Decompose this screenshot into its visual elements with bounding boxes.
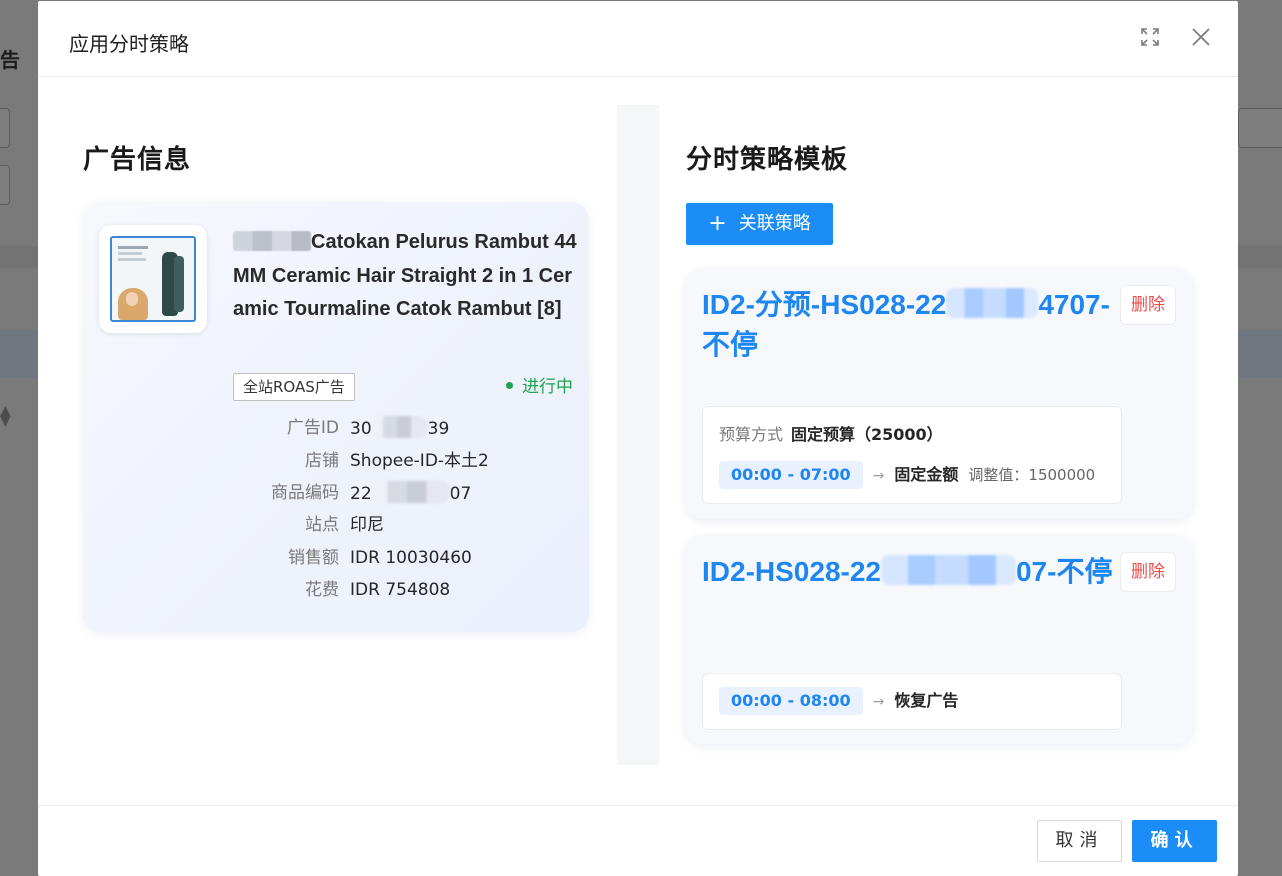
masked-text xyxy=(233,231,311,251)
product-image xyxy=(110,236,196,322)
strategy-rule-box: 00:00 - 08:00 → 恢复广告 xyxy=(702,673,1122,730)
ad-info-panel: 广告信息 Catokan Pelurus Rambut 44MM Ceramic… xyxy=(58,106,617,766)
modal-title: 应用分时策略 xyxy=(69,32,189,56)
plus-icon: + xyxy=(708,211,727,236)
info-label: 广告ID xyxy=(286,418,339,438)
confirm-button[interactable]: 确认 xyxy=(1132,820,1217,862)
link-strategy-button[interactable]: + 关联策略 xyxy=(686,203,833,245)
modal-header: 应用分时策略 xyxy=(38,1,1238,77)
cost-value: IDR 754808 xyxy=(350,580,451,600)
apply-strategy-modal: 应用分时策略 广告信息 Catokan Pelurus Rambut 44MM … xyxy=(38,1,1238,876)
time-range-chip: 00:00 - 08:00 xyxy=(719,687,863,715)
product-thumbnail[interactable] xyxy=(99,225,207,333)
ad-id-value: 30 39 xyxy=(350,416,449,441)
modal-footer: 取消 确认 xyxy=(38,805,1238,876)
budget-value: 固定预算（25000） xyxy=(791,425,943,444)
panel-divider xyxy=(617,105,659,765)
delete-strategy-button[interactable]: 删除 xyxy=(1120,285,1176,325)
arrow-right-icon: → xyxy=(872,694,885,710)
ad-status-text: 进行中 xyxy=(522,377,573,397)
info-row-product-code: 商品编码 22 07 xyxy=(83,481,589,505)
background-page-title-fragment: 告 xyxy=(0,48,20,72)
info-row-cost: 花费 IDR 754808 xyxy=(83,578,589,602)
modal-body: 广告信息 Catokan Pelurus Rambut 44MM Ceramic… xyxy=(38,78,1238,804)
adjust-label: 调整值： xyxy=(968,466,1029,484)
masked-text xyxy=(371,481,450,503)
ad-type-tag: 全站ROAS广告 xyxy=(233,373,355,401)
link-strategy-label: 关联策略 xyxy=(738,213,811,234)
rule-action: 恢复广告 xyxy=(894,691,959,710)
background-sort-icon: ▲ ▼ xyxy=(0,403,11,429)
info-row-sales: 销售额 IDR 10030460 xyxy=(83,546,589,570)
info-label: 花费 xyxy=(305,580,339,600)
strategy-card-title[interactable]: ID2-HS028-22 07-不停 xyxy=(702,552,1122,592)
background-input-fragment xyxy=(1238,108,1282,148)
info-label: 站点 xyxy=(305,515,339,535)
info-row-shop: 店铺 Shopee-ID-本土2 xyxy=(83,449,589,473)
adjust-value: 1500000 xyxy=(1028,466,1096,484)
masked-text xyxy=(946,288,1039,318)
budget-label: 预算方式 xyxy=(719,425,784,444)
masked-text xyxy=(880,555,1016,585)
info-label: 销售额 xyxy=(288,548,339,568)
masked-text xyxy=(371,416,428,438)
strategy-card: ID2-分预-HS028-22 4707-不停 删除 预算方式 固定预算（25000… xyxy=(686,269,1192,519)
strategy-card: ID2-HS028-22 07-不停 删除 00:00 - 08:00 → 恢复广告 xyxy=(686,536,1192,744)
strategy-panel: 分时策略模板 + 关联策略 ID2-分预-HS028-22 4707-不停 删除 预… xyxy=(659,106,1218,766)
info-label: 商品编码 xyxy=(271,483,339,503)
delete-strategy-button[interactable]: 删除 xyxy=(1120,552,1176,592)
background-input-fragment xyxy=(0,165,10,205)
strategy-title: 分时策略模板 xyxy=(686,145,849,175)
site-value: 印尼 xyxy=(350,515,384,535)
sales-value: IDR 10030460 xyxy=(350,548,472,568)
fullscreen-icon[interactable] xyxy=(1138,25,1162,49)
time-range-chip: 00:00 - 07:00 xyxy=(719,461,863,489)
info-row-ad-id: 广告ID 30 39 xyxy=(83,416,589,440)
ad-info-title: 广告信息 xyxy=(83,145,192,175)
info-row-site: 站点 印尼 xyxy=(83,513,589,537)
strategy-rule-box: 预算方式 固定预算（25000） 00:00 - 07:00 → 固定金额 调整值：15… xyxy=(702,406,1122,504)
ad-status: 进行中 xyxy=(506,375,573,399)
time-rule-line: 00:00 - 07:00 → 固定金额 调整值：1500000 xyxy=(719,461,1095,490)
product-title: Catokan Pelurus Rambut 44MM Ceramic Hair… xyxy=(233,226,578,327)
info-label: 店铺 xyxy=(305,451,339,471)
background-input-fragment xyxy=(0,108,10,148)
budget-line: 预算方式 固定预算（25000） xyxy=(719,421,943,449)
shop-value: Shopee-ID-本土2 xyxy=(350,451,489,471)
arrow-right-icon: → xyxy=(872,468,885,484)
ad-info-card: Catokan Pelurus Rambut 44MM Ceramic Hair… xyxy=(83,202,589,632)
cancel-button[interactable]: 取消 xyxy=(1037,820,1122,862)
strategy-card-title[interactable]: ID2-分预-HS028-22 4707-不停 xyxy=(702,285,1122,365)
status-dot-icon xyxy=(506,382,513,389)
product-code-value: 22 07 xyxy=(350,481,471,506)
time-rule-line: 00:00 - 08:00 → 恢复广告 xyxy=(719,687,958,716)
close-icon[interactable] xyxy=(1189,25,1213,49)
rule-action: 固定金额 xyxy=(894,465,959,484)
